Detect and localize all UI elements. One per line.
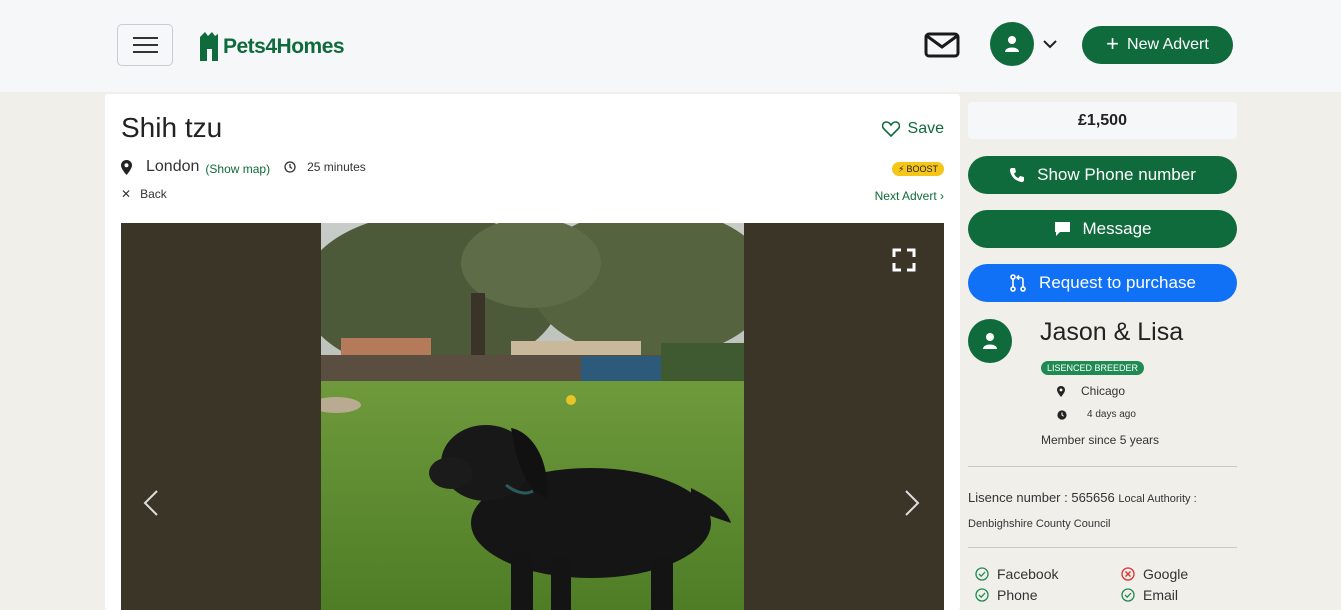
verification-phone: Phone <box>975 587 1037 603</box>
user-avatar-button[interactable] <box>990 22 1034 66</box>
x-circle-icon <box>1121 567 1135 581</box>
pull-request-icon <box>1010 274 1026 292</box>
licensed-breeder-badge: LISENCED BREEDER <box>1041 361 1145 375</box>
hamburger-line <box>133 51 158 53</box>
user-icon <box>983 333 997 349</box>
new-advert-label: New Advert <box>1127 36 1209 53</box>
licence-info: Lisence number : 565656 Local Authority … <box>968 486 1237 536</box>
price-display: £1,500 <box>968 102 1237 139</box>
top-header: Pets4Homes + New Advert <box>0 0 1341 92</box>
check-circle-icon <box>975 567 989 581</box>
fullscreen-icon[interactable] <box>892 248 916 272</box>
show-map-link[interactable]: (Show map) <box>205 162 270 176</box>
verification-label: Phone <box>997 587 1038 603</box>
seller-name[interactable]: Jason & Lisa <box>1040 318 1183 347</box>
logo-mark-icon <box>200 32 218 61</box>
request-label: Request to purchase <box>1039 273 1196 292</box>
new-advert-button[interactable]: + New Advert <box>1082 26 1233 64</box>
site-logo[interactable]: Pets4Homes <box>196 30 345 64</box>
location-pin-icon <box>121 159 132 175</box>
seller-last-seen-row: 4 days ago <box>1057 409 1136 420</box>
hamburger-line <box>133 44 158 46</box>
user-icon <box>1005 36 1019 52</box>
listing-location: London <box>146 158 200 175</box>
listing-card: Shih tzu Save London (Show map) 25 minut… <box>105 94 960 610</box>
licence-label: Lisence number : <box>968 490 1072 505</box>
listing-title: Shih tzu <box>121 112 223 143</box>
clock-icon <box>1057 409 1067 420</box>
save-button[interactable]: Save <box>881 120 944 138</box>
divider <box>968 466 1237 467</box>
verification-label: Facebook <box>997 566 1059 582</box>
seller-city: Chicago <box>1081 384 1126 398</box>
message-label: Message <box>1082 219 1152 238</box>
licence-number: 565656 <box>1071 490 1115 505</box>
verification-label: Google <box>1143 566 1189 582</box>
posted-time: 25 minutes <box>307 160 366 174</box>
mail-icon[interactable] <box>924 31 960 59</box>
puppy-photo-image <box>321 223 744 610</box>
next-image-icon[interactable] <box>904 489 920 517</box>
next-advert-link[interactable]: Next Advert › <box>875 189 944 203</box>
menu-toggle-button[interactable] <box>117 24 173 66</box>
divider <box>968 547 1237 548</box>
verification-google: Google <box>1121 566 1188 582</box>
plus-icon: + <box>1106 31 1120 56</box>
listing-meta: London (Show map) 25 minutes <box>121 158 366 176</box>
heart-icon <box>881 121 900 137</box>
check-circle-icon <box>975 588 989 602</box>
phone-icon <box>1010 168 1025 183</box>
check-circle-icon <box>1121 588 1135 602</box>
request-to-purchase-button[interactable]: Request to purchase <box>968 264 1237 302</box>
message-button[interactable]: Message <box>968 210 1237 248</box>
save-label: Save <box>907 120 944 137</box>
chevron-down-icon[interactable] <box>1042 38 1058 50</box>
show-phone-label: Show Phone number <box>1037 165 1196 184</box>
verification-facebook: Facebook <box>975 566 1058 582</box>
back-link[interactable]: ✕ Back <box>121 187 167 201</box>
lightning-icon: ⚡ <box>898 163 905 174</box>
seller-last-seen: 4 days ago <box>1087 409 1136 420</box>
location-pin-icon <box>1057 385 1065 397</box>
close-icon: ✕ <box>121 187 132 201</box>
verification-email: Email <box>1121 587 1178 603</box>
hamburger-line <box>133 37 158 39</box>
logo-text: Pets4Homes <box>223 35 345 58</box>
authority-name: Denbighshire County Council <box>968 518 1111 530</box>
authority-label: Local Authority : <box>1118 493 1197 505</box>
member-since: Member since 5 years <box>1041 433 1160 447</box>
back-label: Back <box>140 187 167 201</box>
boost-label: BOOST <box>906 164 938 174</box>
boost-badge: ⚡ BOOST <box>892 162 944 176</box>
seller-avatar[interactable] <box>968 319 1012 363</box>
chat-icon <box>1054 222 1070 236</box>
puppy-photo[interactable] <box>321 223 744 610</box>
verification-label: Email <box>1143 587 1179 603</box>
previous-image-icon[interactable] <box>143 489 159 517</box>
show-phone-button[interactable]: Show Phone number <box>968 156 1237 194</box>
seller-city-row: Chicago <box>1057 384 1125 398</box>
clock-icon <box>284 161 296 173</box>
image-gallery <box>121 223 944 610</box>
